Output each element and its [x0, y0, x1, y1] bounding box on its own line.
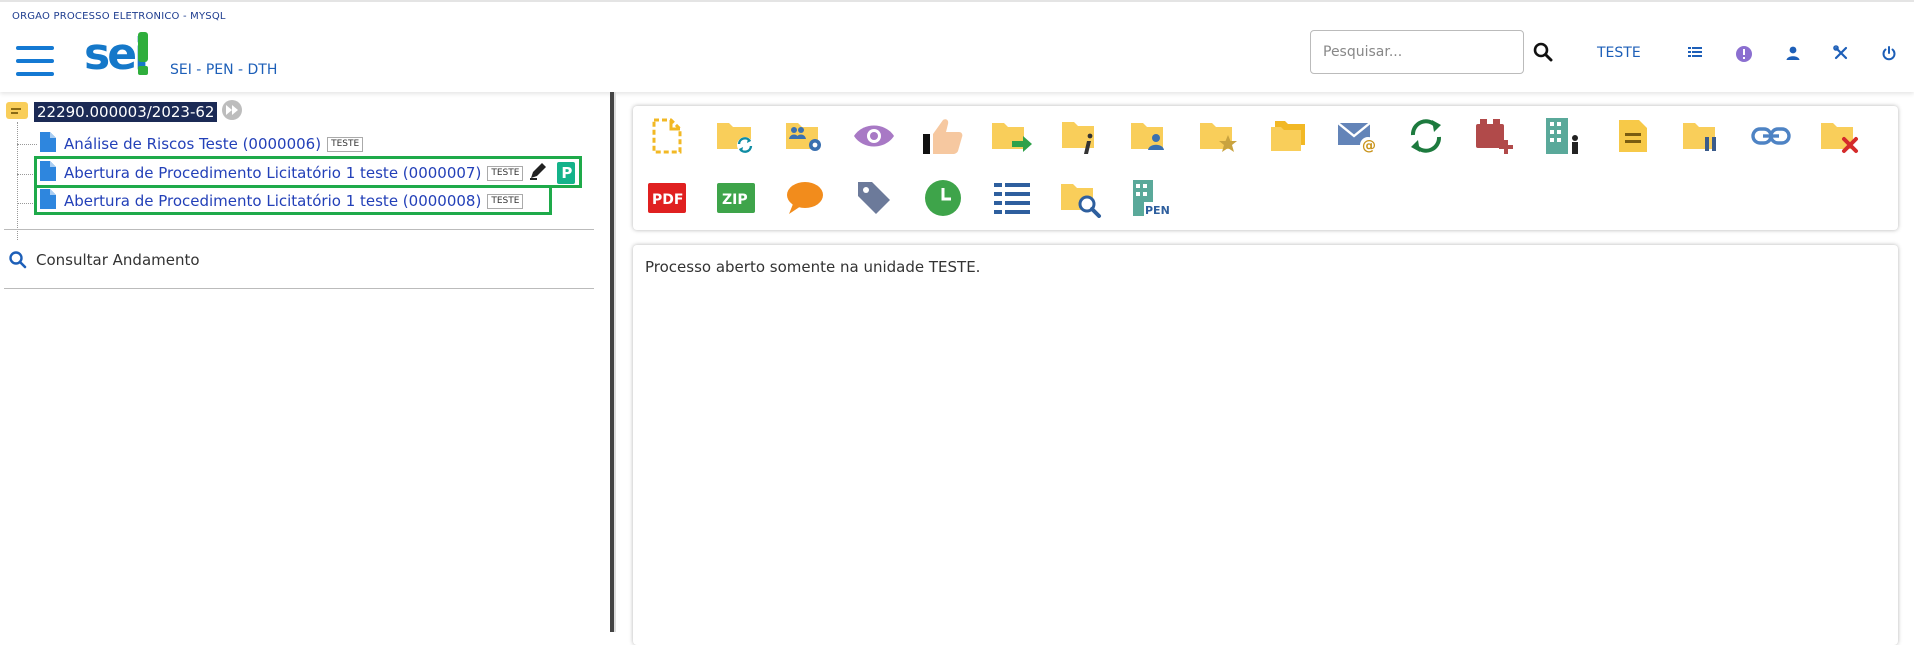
document-icon	[40, 132, 56, 156]
follow-up-icon[interactable]	[1196, 114, 1242, 158]
attach-processes-icon[interactable]	[1265, 114, 1311, 158]
assign-process-icon[interactable]	[1127, 114, 1173, 158]
view-eye-icon[interactable]	[851, 114, 897, 158]
divider	[4, 229, 594, 230]
p-badge-icon[interactable]: P	[557, 162, 576, 184]
unit-building-icon[interactable]	[1541, 114, 1587, 158]
process-content-panel: Processo aberto somente na unidade TESTE…	[633, 245, 1898, 645]
manage-interested-icon[interactable]	[782, 114, 828, 158]
top-header: ORGAO PROCESSO ELETRONICO - MYSQL sei SE…	[0, 0, 1914, 92]
thumbs-up-icon[interactable]	[920, 114, 966, 158]
system-subtitle: SEI - PEN - DTH	[170, 62, 278, 78]
tag-icon[interactable]	[851, 176, 897, 220]
svg-text:ZIP: ZIP	[722, 192, 748, 208]
consult-label: Consultar Andamento	[36, 251, 200, 269]
process-actions-toolbar: @ PDF ZIP PEN	[633, 106, 1898, 230]
document-icon	[40, 189, 56, 213]
unit-tag: TESTE	[327, 136, 364, 152]
document-link[interactable]: Abertura de Procedimento Licitatório 1 t…	[64, 192, 481, 210]
start-related-process-icon[interactable]	[713, 114, 759, 158]
svg-text:PEN: PEN	[1145, 204, 1170, 217]
document-icon	[40, 161, 56, 185]
include-document-icon[interactable]	[644, 114, 690, 158]
power-icon[interactable]	[1877, 41, 1901, 65]
user-icon[interactable]	[1781, 41, 1805, 65]
process-row: 22290.000003/2023-62	[6, 100, 243, 124]
org-name: ORGAO PROCESSO ELETRONICO - MYSQL	[12, 11, 226, 22]
update-process-info-icon[interactable]	[1058, 114, 1104, 158]
note-icon[interactable]	[1610, 114, 1656, 158]
unit-tag: TESTE	[487, 165, 524, 181]
process-folder-icon[interactable]	[6, 101, 28, 123]
tools-icon[interactable]	[1829, 41, 1853, 65]
consult-progress-link[interactable]: Consultar Andamento	[8, 250, 200, 270]
document-row[interactable]: Abertura de Procedimento Licitatório 1 t…	[40, 160, 576, 186]
process-number[interactable]: 22290.000003/2023-62	[34, 102, 218, 122]
unit-selector[interactable]: TESTE	[1597, 45, 1641, 61]
svg-text:@: @	[1362, 138, 1376, 154]
search-input[interactable]	[1310, 30, 1524, 74]
link-icon[interactable]	[1748, 114, 1794, 158]
menu-icon[interactable]	[16, 46, 54, 78]
document-link[interactable]: Análise de Riscos Teste (0000006)	[64, 135, 321, 153]
document-row[interactable]: Abertura de Procedimento Licitatório 1 t…	[40, 188, 524, 214]
suspend-process-icon[interactable]	[1679, 114, 1725, 158]
list-icon[interactable]	[989, 176, 1035, 220]
document-link[interactable]: Abertura de Procedimento Licitatório 1 t…	[64, 164, 481, 182]
pdf-icon[interactable]: PDF	[644, 176, 690, 220]
search-icon	[9, 251, 27, 269]
add-block-icon[interactable]	[1472, 114, 1518, 158]
grid-list-icon[interactable]	[1683, 41, 1707, 65]
comment-icon[interactable]	[782, 176, 828, 220]
alert-icon[interactable]	[1732, 42, 1756, 66]
unit-tag: TESTE	[487, 193, 524, 209]
svg-text:PDF: PDF	[652, 192, 683, 208]
search-icon[interactable]	[1531, 40, 1555, 64]
send-email-icon[interactable]: @	[1334, 114, 1380, 158]
document-row[interactable]: Análise de Riscos Teste (0000006) TESTE	[40, 131, 364, 157]
send-process-icon[interactable]	[989, 114, 1035, 158]
divider	[4, 288, 594, 289]
panel-splitter-edge	[614, 92, 616, 632]
fast-forward-icon[interactable]	[221, 99, 243, 125]
renew-icon[interactable]	[1403, 114, 1449, 158]
sei-logo[interactable]: sei	[84, 32, 152, 80]
process-status-message: Processo aberto somente na unidade TESTE…	[645, 258, 981, 276]
search-process-icon[interactable]	[1058, 176, 1104, 220]
pen-signature-icon[interactable]	[529, 162, 549, 184]
conclude-process-icon[interactable]	[1817, 114, 1863, 158]
pen-process-icon[interactable]: PEN	[1127, 176, 1173, 220]
zip-icon[interactable]: ZIP	[713, 176, 759, 220]
clock-icon[interactable]	[920, 176, 966, 220]
process-tree-panel: 22290.000003/2023-62 Análise de Riscos T…	[0, 92, 608, 632]
